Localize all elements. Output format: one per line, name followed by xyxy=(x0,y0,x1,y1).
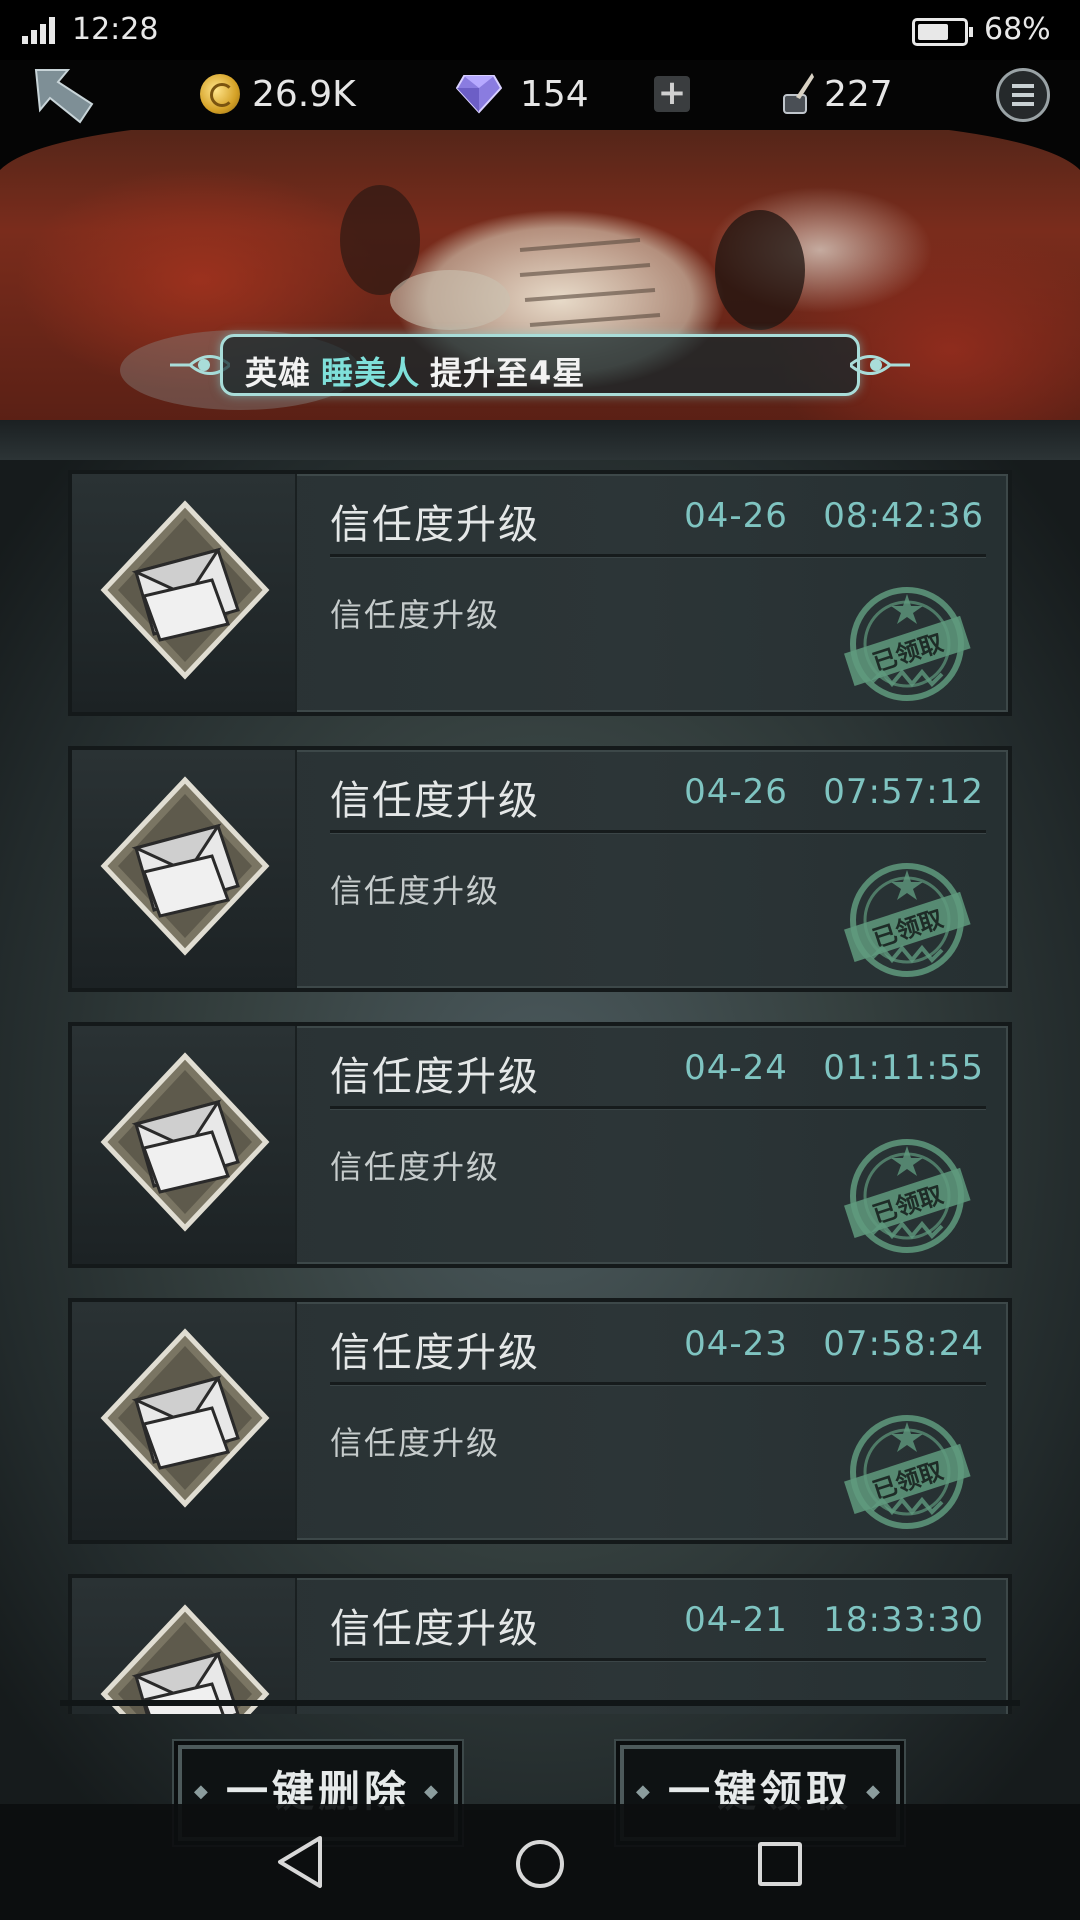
panel-top-edge xyxy=(0,420,1080,460)
mail-title: 信任度升级 xyxy=(330,1606,540,1652)
mail-item[interactable]: 信任度升级 04-23 07:58:24 信任度升级 已领取 xyxy=(68,1298,1012,1544)
mail-list[interactable]: 信任度升级 04-26 08:42:36 信任度升级 已领取 信任度升级 04-… xyxy=(62,470,1022,1714)
mail-panel: 信任度升级 04-26 08:42:36 信任度升级 已领取 信任度升级 04-… xyxy=(0,420,1080,1810)
notice-suffix: 提升至4星 xyxy=(430,354,586,392)
mail-timestamp: 04-24 01:11:55 xyxy=(684,1048,984,1088)
mail-divider xyxy=(330,1658,986,1661)
mail-screen: 12:28 68% 26.9K 154 + 227 英雄 睡美人 提升至4星 信… xyxy=(0,0,1080,1920)
ink-quill-icon xyxy=(783,73,814,114)
mail-title: 信任度升级 xyxy=(330,778,540,824)
nav-home-icon[interactable] xyxy=(516,1840,564,1888)
mail-body: 信任度升级 xyxy=(330,1424,501,1462)
mail-thumbnail xyxy=(72,750,297,988)
mail-timestamp: 04-26 07:57:12 xyxy=(684,772,984,812)
notice-text: 英雄 睡美人 提升至4星 xyxy=(245,348,586,393)
system-nav-bar xyxy=(0,1804,1080,1920)
mail-divider xyxy=(330,1382,986,1385)
menu-button[interactable] xyxy=(996,68,1050,122)
ink-counter: 227 xyxy=(780,68,893,120)
mail-date: 04-26 xyxy=(684,772,788,812)
letter-envelope-icon xyxy=(100,500,270,680)
letter-envelope-icon xyxy=(100,1328,270,1508)
mail-title: 信任度升级 xyxy=(330,1330,540,1376)
top-bar: 26.9K 154 + 227 xyxy=(0,60,1080,130)
mail-timestamp: 04-21 18:33:30 xyxy=(684,1600,984,1640)
mail-date: 04-26 xyxy=(684,496,788,536)
mail-title: 信任度升级 xyxy=(330,1054,540,1100)
battery-icon xyxy=(912,18,973,46)
signal-icon xyxy=(22,16,58,44)
mail-clock: 08:42:36 xyxy=(823,496,984,536)
ink-amount: 227 xyxy=(824,73,893,115)
claimed-stamp: 已领取 xyxy=(844,1139,971,1253)
mail-clock: 07:58:24 xyxy=(823,1324,984,1364)
letter-envelope-icon xyxy=(100,1052,270,1232)
gem-counter: 154 xyxy=(456,68,589,120)
back-arrow-icon[interactable] xyxy=(28,64,98,126)
nav-recents-icon[interactable] xyxy=(758,1842,802,1886)
mail-thumbnail xyxy=(72,1302,297,1540)
notice-hero-name: 睡美人 xyxy=(321,354,421,392)
mail-body: 信任度升级 xyxy=(330,872,501,910)
gold-counter: 26.9K xyxy=(200,68,356,120)
claimed-stamp: 已领取 xyxy=(844,1415,971,1529)
diamond-icon xyxy=(456,75,502,114)
mail-thumbnail xyxy=(72,1026,297,1264)
mail-divider xyxy=(330,830,986,833)
status-time: 12:28 xyxy=(72,12,159,47)
gold-amount: 26.9K xyxy=(252,73,356,115)
gold-coin-icon xyxy=(200,74,240,114)
mail-divider xyxy=(330,554,986,557)
mail-item[interactable]: 信任度升级 04-26 07:57:12 信任度升级 已领取 xyxy=(68,746,1012,992)
notice-plate: 英雄 睡美人 提升至4星 xyxy=(220,334,860,396)
mail-divider xyxy=(330,1106,986,1109)
mail-date: 04-23 xyxy=(684,1324,788,1364)
nav-back-icon[interactable] xyxy=(276,1834,324,1890)
mail-timestamp: 04-23 07:58:24 xyxy=(684,1324,984,1364)
mail-clock: 18:33:30 xyxy=(823,1600,984,1640)
list-bottom-edge xyxy=(60,1700,1020,1706)
mail-timestamp: 04-26 08:42:36 xyxy=(684,496,984,536)
mail-title: 信任度升级 xyxy=(330,502,540,548)
mail-body: 信任度升级 xyxy=(330,1148,501,1186)
mail-body: 信任度升级 xyxy=(330,596,501,634)
gem-amount: 154 xyxy=(520,73,589,115)
mail-item[interactable]: 信任度升级 04-26 08:42:36 信任度升级 已领取 xyxy=(68,470,1012,716)
notice-prefix: 英雄 xyxy=(245,354,312,392)
claimed-stamp: 已领取 xyxy=(844,587,971,701)
mail-item[interactable]: 信任度升级 04-24 01:11:55 信任度升级 已领取 xyxy=(68,1022,1012,1268)
broadcast-notice: 英雄 睡美人 提升至4星 xyxy=(170,330,910,400)
claimed-stamp: 已领取 xyxy=(844,863,971,977)
ornament-right-icon xyxy=(850,355,910,375)
add-gems-button[interactable]: + xyxy=(654,76,690,112)
battery-percent: 68% xyxy=(984,12,1051,47)
mail-date: 04-24 xyxy=(684,1048,788,1088)
letter-envelope-icon xyxy=(100,776,270,956)
mail-item[interactable]: 信任度升级 04-21 18:33:30 xyxy=(68,1574,1012,1714)
mail-clock: 07:57:12 xyxy=(823,772,984,812)
mail-date: 04-21 xyxy=(684,1600,788,1640)
mail-thumbnail xyxy=(72,474,297,712)
status-bar: 12:28 68% xyxy=(0,0,1080,60)
mail-clock: 01:11:55 xyxy=(823,1048,984,1088)
mail-thumbnail xyxy=(72,1578,297,1714)
letter-envelope-icon xyxy=(100,1604,270,1714)
